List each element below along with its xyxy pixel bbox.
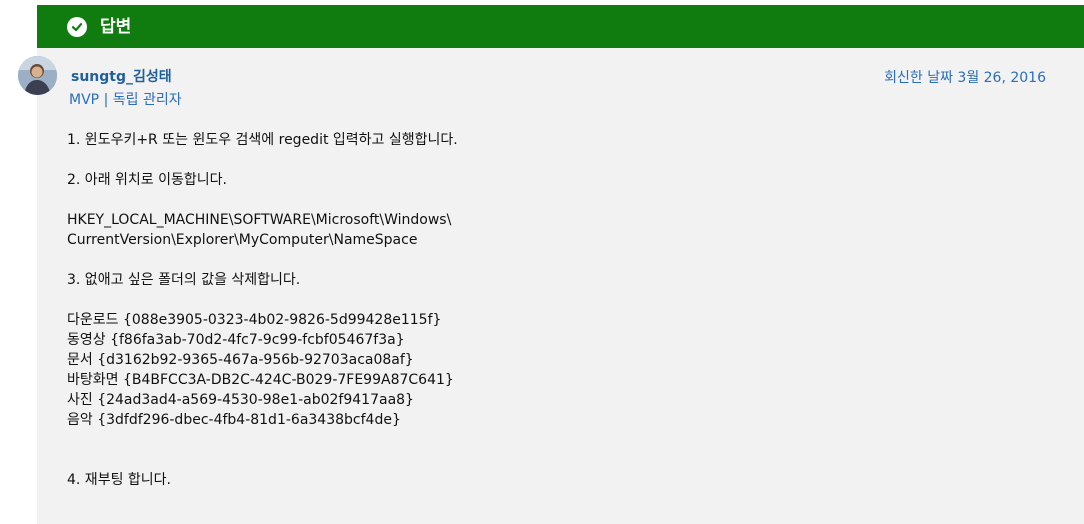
answer-content: 1. 윈도우키+R 또는 윈도우 검색에 regedit 입력하고 실행합니다.… [67, 130, 1047, 490]
answer-title: 답변 [100, 16, 132, 37]
folder-entry: 바탕화면 {B4BFCC3A-DB2C-424C-B029-7FE99A87C6… [67, 372, 454, 388]
folder-entry: 사진 {24ad3ad4-a569-4530-98e1-ab02f9417aa8… [67, 392, 414, 408]
mvp-badge[interactable]: MVP [69, 92, 99, 108]
reply-date: 회신한 날짜 3월 26, 2016 [884, 70, 1046, 86]
author-name-link[interactable]: sungtg_김성태 [71, 68, 172, 86]
role-label[interactable]: 독립 관리자 [113, 92, 182, 108]
folder-entry: 음악 {3dfdf296-dbec-4fb4-81d1-6a3438bcf4de… [67, 412, 401, 428]
registry-path-line-1: HKEY_LOCAL_MACHINE\SOFTWARE\Microsoft\Wi… [67, 212, 452, 228]
user-avatar[interactable] [18, 56, 57, 95]
check-circle-icon [67, 16, 87, 37]
registry-path-line-2: CurrentVersion\Explorer\MyComputer\NameS… [67, 232, 418, 248]
folder-entry: 동영상 {f86fa3ab-70d2-4fc7-9c99-fcbf05467f3… [67, 332, 405, 348]
folder-entry: 문서 {d3162b92-9365-467a-956b-92703aca08af… [67, 352, 414, 368]
role-separator: | [103, 92, 109, 108]
author-role: MVP | 독립 관리자 [69, 91, 182, 109]
step-2: 2. 아래 위치로 이동합니다. [67, 172, 227, 188]
step-1: 1. 윈도우키+R 또는 윈도우 검색에 regedit 입력하고 실행합니다. [67, 132, 458, 148]
answer-header: 답변 [37, 5, 1084, 48]
step-3: 3. 없애고 싶은 폴더의 값을 삭제합니다. [67, 272, 301, 288]
folder-entry: 다운로드 {088e3905-0323-4b02-9826-5d99428e11… [67, 312, 442, 328]
step-4: 4. 재부팅 합니다. [67, 472, 171, 488]
